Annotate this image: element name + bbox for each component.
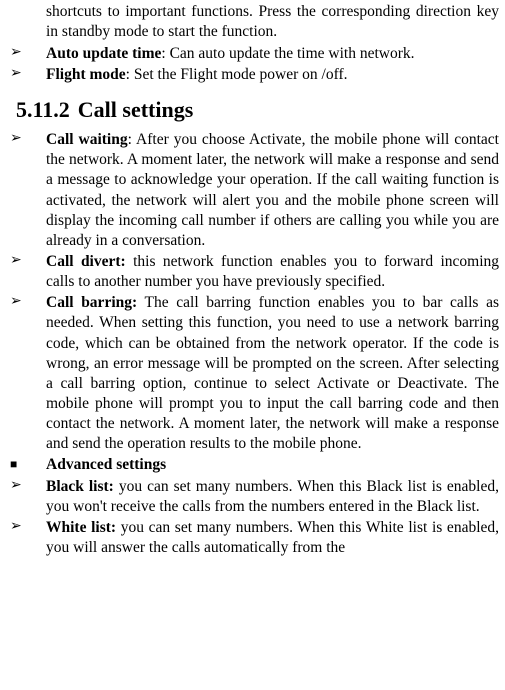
item-label: Call barring: bbox=[46, 294, 137, 311]
list-item: ➢Black list: you can set many numbers. W… bbox=[6, 477, 499, 517]
item-label: Call divert: bbox=[46, 253, 126, 270]
section-title: Call settings bbox=[78, 97, 194, 122]
separator: : bbox=[128, 131, 136, 148]
chevron-icon: ➢ bbox=[10, 252, 22, 270]
item-label: Advanced settings bbox=[46, 456, 166, 473]
item-label: Call waiting bbox=[46, 131, 128, 148]
list-item: ➢ Auto update time: Can auto update the t… bbox=[6, 44, 499, 64]
list-item: ➢ Flight mode: Set the Flight mode power … bbox=[6, 65, 499, 85]
body-list: ➢ Call waiting: After you choose Activate… bbox=[6, 130, 499, 558]
section-number: 5.11.2 bbox=[16, 97, 70, 122]
item-text: : Can auto update the time with network. bbox=[161, 45, 414, 62]
item-label: Flight mode bbox=[46, 66, 126, 83]
list-item: ➢Call divert: this network function enab… bbox=[6, 252, 499, 292]
item-text: : Set the Flight mode power on /off. bbox=[126, 66, 348, 83]
item-label: Auto update time bbox=[46, 45, 161, 62]
chevron-icon: ➢ bbox=[10, 477, 22, 495]
list-item: ➢ Call barring: The call barring function… bbox=[6, 293, 499, 454]
separator bbox=[126, 253, 133, 270]
chevron-icon: ➢ bbox=[10, 130, 22, 148]
item-label: White list: bbox=[46, 519, 116, 536]
chevron-icon: ➢ bbox=[10, 518, 22, 536]
section-heading: 5.11.2 Call settings bbox=[16, 96, 499, 125]
item-text: The call barring function enables you to… bbox=[46, 294, 499, 452]
chevron-icon: ➢ bbox=[10, 65, 22, 83]
list-item: ➢ Call waiting: After you choose Activate… bbox=[6, 130, 499, 251]
fragment-top: shortcuts to important functions. Press … bbox=[46, 2, 499, 42]
square-icon: ■ bbox=[10, 457, 17, 473]
chevron-icon: ➢ bbox=[10, 293, 22, 311]
list-item: ➢White list: you can set many numbers. W… bbox=[6, 518, 499, 558]
item-label: Black list: bbox=[46, 478, 114, 495]
chevron-icon: ➢ bbox=[10, 44, 22, 62]
list-item: ■ Advanced settings bbox=[6, 455, 499, 475]
item-text: After you choose Activate, the mobile ph… bbox=[46, 131, 499, 249]
separator bbox=[137, 294, 144, 311]
top-list: ➢ Auto update time: Can auto update the t… bbox=[6, 44, 499, 85]
